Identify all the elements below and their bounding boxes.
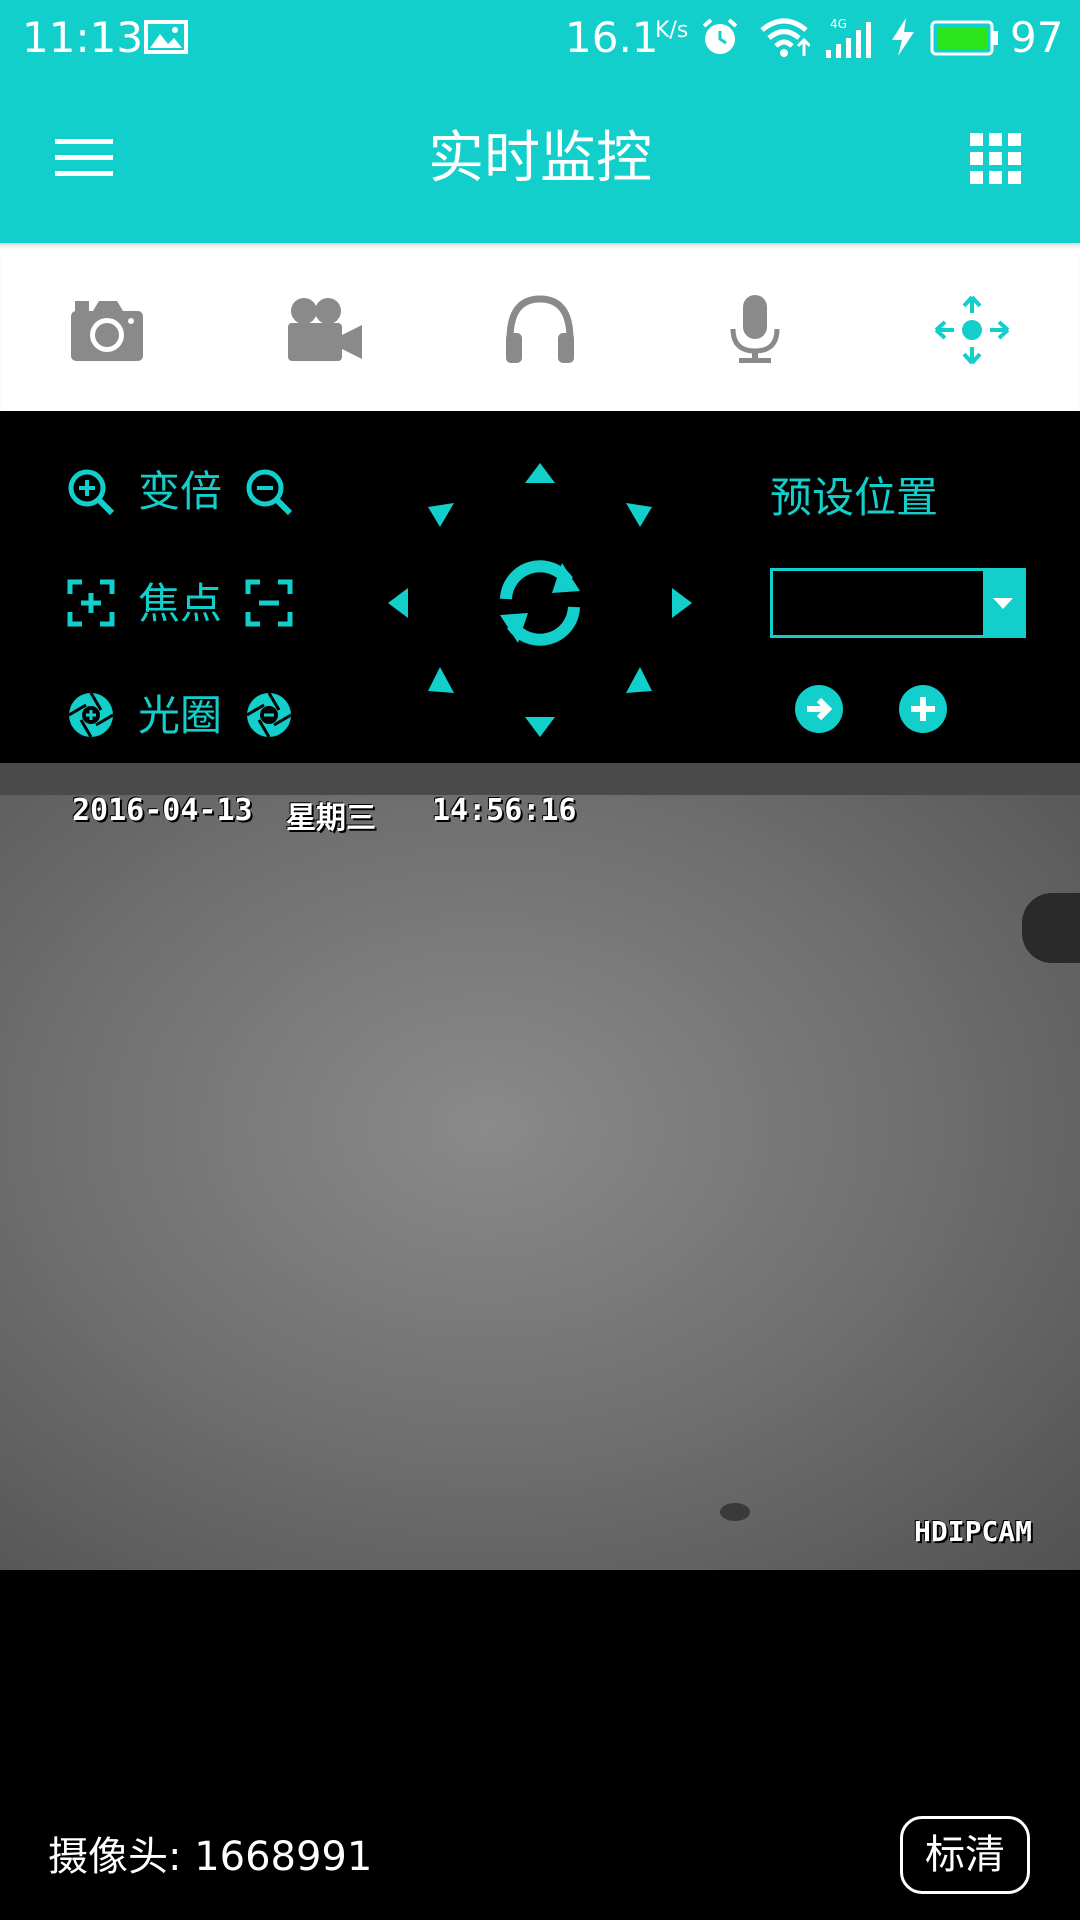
focus-label: 焦点 (138, 579, 223, 628)
video-date: 2016-04-13 (72, 793, 253, 828)
status-bar: 11:13 16.1 K/s 4G 97 (0, 0, 1080, 75)
add-preset-button[interactable] (899, 685, 947, 733)
iris-close-icon[interactable] (244, 690, 294, 740)
alarm-icon (702, 18, 738, 54)
zoom-in-icon[interactable] (66, 467, 116, 517)
quality-button[interactable]: 标清 (900, 1816, 1030, 1894)
ptz-control-panel: 变倍 焦点 光圈 预设位置 (0, 411, 1080, 763)
pan-left-arrow[interactable] (388, 588, 408, 618)
pan-down-right-arrow[interactable] (626, 667, 652, 693)
microphone-icon[interactable] (715, 295, 795, 365)
chevron-down-icon (993, 598, 1013, 609)
direction-pad (388, 463, 692, 737)
goto-preset-button[interactable] (795, 685, 843, 733)
pan-up-left-arrow[interactable] (428, 503, 454, 527)
video-weekday: 星期三 (286, 801, 376, 836)
live-video-view[interactable]: 2016-04-13 星期三 14:56:16 HDIPCAM (0, 763, 1080, 1570)
video-time: 14:56:16 (432, 793, 577, 828)
pan-up-arrow[interactable] (525, 463, 555, 483)
preset-position-label: 预设位置 (770, 473, 939, 522)
video-watermark: HDIPCAM (914, 1515, 1033, 1548)
grid-icon[interactable] (970, 133, 1022, 185)
image-icon (144, 20, 188, 54)
plus-icon (911, 697, 935, 721)
battery-icon (930, 20, 998, 56)
wifi-icon (760, 18, 810, 57)
zoom-label: 变倍 (138, 467, 223, 516)
app-bar: 实时监控 (0, 75, 1080, 243)
dropdown-button[interactable] (983, 571, 1023, 635)
status-time: 11:13 (22, 13, 144, 62)
pan-up-right-arrow[interactable] (626, 503, 652, 527)
network-speed-unit: K/s (655, 18, 689, 43)
video-top-band (0, 763, 1080, 795)
headphones-icon[interactable] (500, 295, 580, 365)
video-dark-object (1022, 893, 1080, 963)
iris-open-icon[interactable] (66, 690, 116, 740)
focus-near-icon[interactable] (66, 578, 116, 628)
pan-down-arrow[interactable] (525, 717, 555, 737)
signal-icon: 4G (826, 17, 871, 58)
arrow-right-icon (807, 697, 833, 721)
pan-down-left-arrow[interactable] (428, 667, 454, 693)
network-speed: 16.1 (565, 13, 659, 62)
video-camera-icon[interactable] (284, 295, 364, 365)
video-dark-spot (720, 1503, 750, 1521)
camera-icon[interactable] (67, 295, 147, 365)
battery-level: 97 (1010, 13, 1064, 62)
svg-text:4G: 4G (830, 17, 847, 31)
ptz-move-icon[interactable] (932, 295, 1012, 365)
page-title: 实时监控 (428, 126, 652, 191)
pan-right-arrow[interactable] (672, 588, 692, 618)
toolbar (0, 243, 1080, 411)
charging-icon (892, 18, 914, 56)
camera-id-label: 摄像头: 1668991 (48, 1834, 373, 1880)
iris-label: 光圈 (138, 691, 223, 740)
auto-rotate-icon[interactable] (500, 560, 580, 646)
zoom-out-icon[interactable] (244, 467, 294, 517)
focus-far-icon[interactable] (244, 578, 294, 628)
preset-select[interactable] (770, 568, 1026, 638)
